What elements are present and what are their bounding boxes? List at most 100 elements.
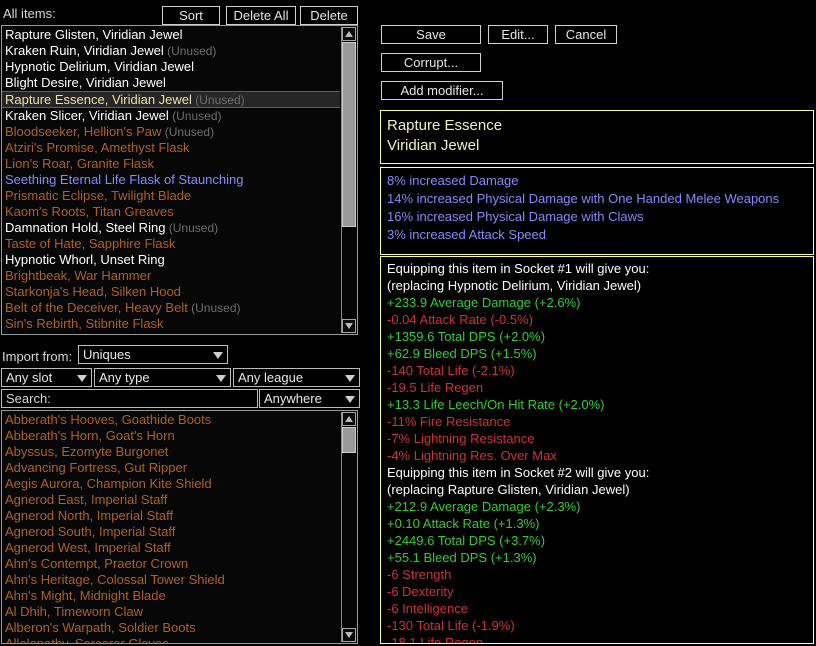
import-from-select[interactable]: Uniques	[78, 345, 228, 364]
list-item-label: Allelopathy, Sorcerer Gloves	[5, 636, 169, 644]
league-filter-select[interactable]: Any league	[233, 368, 360, 387]
comparison-line: +0.10 Attack Rate (+1.3%)	[387, 516, 540, 531]
delete-button[interactable]: Delete	[300, 6, 358, 25]
comparison-line: -18.1 Life Regen	[387, 635, 484, 644]
list-item-label: Hypnotic Delirium, Viridian Jewel	[5, 59, 195, 74]
list-item-label: Atziri's Promise, Amethyst Flask	[5, 140, 190, 155]
save-button[interactable]: Save	[381, 25, 481, 44]
list-item[interactable]: Starkonja's Head, Silken Hood	[2, 284, 340, 300]
list-item[interactable]: Aegis Aurora, Champion Kite Shield	[2, 476, 340, 492]
list-item-label: Abyssus, Ezomyte Burgonet	[5, 444, 169, 459]
list-item[interactable]: Al Dhih, Timeworn Claw	[2, 604, 340, 620]
scrollbar-thumb[interactable]	[342, 427, 356, 453]
scroll-down-button[interactable]	[342, 628, 356, 642]
comparison-line: -6 Intelligence	[387, 601, 468, 616]
list-item[interactable]: Agnerod South, Imperial Staff	[2, 524, 340, 540]
scroll-up-button[interactable]	[342, 412, 356, 426]
chevron-down-icon	[345, 323, 353, 329]
comparison-line: -4% Lightning Res. Over Max	[387, 448, 557, 463]
all-items-label: All items:	[3, 6, 56, 21]
search-label: Search:	[6, 391, 51, 406]
list-item[interactable]: Hypnotic Whorl, Unset Ring	[2, 252, 340, 268]
comparison-line: -0.04 Attack Rate (-0.5%)	[387, 312, 533, 327]
list-item-label: Rapture Essence, Viridian Jewel	[5, 92, 192, 107]
list-item[interactable]: Belt of the Deceiver, Heavy Belt (Unused…	[2, 300, 340, 316]
list-item[interactable]: Blight Desire, Viridian Jewel	[2, 75, 340, 91]
comparison-line: +55.1 Bleed DPS (+1.3%)	[387, 550, 537, 565]
list-item[interactable]: Ahn's Heritage, Colossal Tower Shield	[2, 572, 340, 588]
list-item[interactable]: Prismatic Eclipse, Twilight Blade	[2, 188, 340, 204]
list-item[interactable]: Seething Eternal Life Flask of Staunchin…	[2, 172, 340, 188]
list-item-label: Belt of the Deceiver, Heavy Belt	[5, 300, 188, 315]
search-scope-select[interactable]: Anywhere	[259, 389, 360, 408]
comparison-line: -11% Fire Resistance	[387, 414, 511, 429]
league-filter-value: Any league	[238, 370, 304, 385]
uniques-scrollbar[interactable]	[341, 412, 356, 642]
comparison-line: +212.9 Average Damage (+2.3%)	[387, 499, 581, 514]
comparison-line: +2449.6 Total DPS (+3.7%)	[387, 533, 546, 548]
list-item[interactable]: Rapture Essence, Viridian Jewel (Unused)	[2, 91, 340, 108]
list-item[interactable]: Damnation Hold, Steel Ring (Unused)	[2, 220, 340, 236]
type-filter-select[interactable]: Any type	[94, 368, 231, 387]
list-item[interactable]: Ahn's Contempt, Praetor Crown	[2, 556, 340, 572]
list-item[interactable]: Kraken Slicer, Viridian Jewel (Unused)	[2, 108, 340, 124]
item-modifiers: 8% increased Damage 14% increased Physica…	[380, 167, 814, 255]
scroll-down-button[interactable]	[342, 319, 356, 333]
scrollbar-thumb[interactable]	[342, 42, 356, 227]
list-item-unused-badge: (Unused)	[161, 125, 215, 139]
item-modifier: 14% increased Physical Damage with One H…	[387, 191, 780, 206]
corrupt-button[interactable]: Corrupt...	[381, 53, 481, 72]
chevron-down-icon	[345, 632, 353, 638]
sort-button[interactable]: Sort	[162, 6, 220, 25]
list-item[interactable]: Rapture Glisten, Viridian Jewel	[2, 27, 340, 43]
list-item[interactable]: Abyssus, Ezomyte Burgonet	[2, 444, 340, 460]
cancel-button[interactable]: Cancel	[555, 25, 617, 44]
list-item[interactable]: Advancing Fortress, Gut Ripper	[2, 460, 340, 476]
list-item-label: Kraken Ruin, Viridian Jewel	[5, 43, 164, 58]
comparison-line: (replacing Rapture Glisten, Viridian Jew…	[387, 482, 630, 497]
list-item[interactable]: Brightbeak, War Hammer	[2, 268, 340, 284]
scroll-up-button[interactable]	[342, 27, 356, 41]
list-item-label: Kaom's Roots, Titan Greaves	[5, 204, 174, 219]
add-modifier-button[interactable]: Add modifier...	[381, 81, 503, 100]
list-item-label: Kraken Slicer, Viridian Jewel	[5, 108, 169, 123]
list-item[interactable]: Allelopathy, Sorcerer Gloves	[2, 636, 340, 644]
list-item[interactable]: Kraken Ruin, Viridian Jewel (Unused)	[2, 43, 340, 59]
list-item-label: Agnerod North, Imperial Staff	[5, 508, 174, 523]
list-item[interactable]: Kaom's Roots, Titan Greaves	[2, 204, 340, 220]
list-item[interactable]: Sin's Rebirth, Stibnite Flask	[2, 316, 340, 332]
uniques-list[interactable]: Abberath's Hooves, Goathide Boots Abberat…	[1, 410, 358, 644]
list-item-label: Rapture Glisten, Viridian Jewel	[5, 27, 183, 42]
chevron-down-icon	[216, 375, 226, 382]
edit-button[interactable]: Edit...	[488, 25, 548, 44]
list-item[interactable]: Abberath's Horn, Goat's Horn	[2, 428, 340, 444]
item-modifier: 16% increased Physical Damage with Claws	[387, 209, 644, 224]
list-item[interactable]: Alberon's Warpath, Soldier Boots	[2, 620, 340, 636]
list-item[interactable]: Taste of Hate, Sapphire Flask	[2, 236, 340, 252]
list-item[interactable]: Ahn's Might, Midnight Blade	[2, 588, 340, 604]
comparison-line: -6 Strength	[387, 567, 452, 582]
list-item[interactable]: Agnerod West, Imperial Staff	[2, 540, 340, 556]
list-item[interactable]: Agnerod North, Imperial Staff	[2, 508, 340, 524]
all-items-list[interactable]: Rapture Glisten, Viridian Jewel Kraken Ru…	[1, 25, 358, 335]
all-items-scrollbar[interactable]	[341, 27, 356, 333]
item-modifier-rows: 8% increased Damage 14% increased Physica…	[381, 168, 813, 244]
list-item[interactable]: Hypnotic Delirium, Viridian Jewel	[2, 59, 340, 75]
list-item[interactable]: Lion's Roar, Granite Flask	[2, 156, 340, 172]
comparison-line: +62.9 Bleed DPS (+1.5%)	[387, 346, 537, 361]
list-item[interactable]: Agnerod East, Imperial Staff	[2, 492, 340, 508]
list-item-label: Sin's Rebirth, Stibnite Flask	[5, 316, 164, 331]
slot-filter-select[interactable]: Any slot	[1, 368, 92, 387]
list-item[interactable]: Bloodseeker, Hellion's Paw (Unused)	[2, 124, 340, 140]
item-comparison: Equipping this item in Socket #1 will gi…	[380, 256, 814, 644]
list-item[interactable]: Atziri's Promise, Amethyst Flask	[2, 140, 340, 156]
list-item-label: Agnerod South, Imperial Staff	[5, 524, 176, 539]
delete-all-button[interactable]: Delete All	[226, 6, 296, 25]
list-item-label: Ahn's Contempt, Praetor Crown	[5, 556, 189, 571]
search-input[interactable]: Search:	[1, 389, 258, 408]
comparison-line: +13.3 Life Leech/On Hit Rate (+2.0%)	[387, 397, 605, 412]
list-item-unused-badge: (Unused)	[187, 301, 241, 315]
list-item[interactable]: Abberath's Hooves, Goathide Boots	[2, 412, 340, 428]
list-item-unused-badge: (Unused)	[165, 221, 219, 235]
list-item-label: Seething Eternal Life Flask of Staunchin…	[5, 172, 244, 187]
